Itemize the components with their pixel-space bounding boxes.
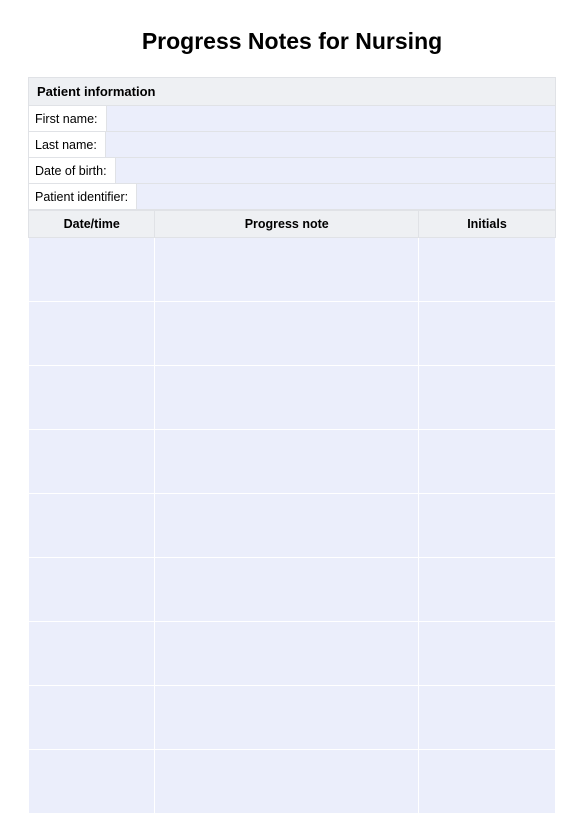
cell-datetime[interactable] — [29, 430, 155, 494]
cell-note[interactable] — [155, 686, 419, 750]
first-name-label: First name: — [29, 106, 107, 131]
cell-datetime[interactable] — [29, 686, 155, 750]
first-name-row: First name: — [28, 106, 556, 132]
cell-datetime[interactable] — [29, 302, 155, 366]
last-name-label: Last name: — [29, 132, 106, 157]
cell-note[interactable] — [155, 238, 419, 302]
cell-datetime[interactable] — [29, 238, 155, 302]
cell-note[interactable] — [155, 302, 419, 366]
page-title: Progress Notes for Nursing — [28, 28, 556, 55]
table-row — [29, 622, 556, 686]
first-name-value[interactable] — [107, 106, 555, 131]
cell-note[interactable] — [155, 430, 419, 494]
cell-note[interactable] — [155, 622, 419, 686]
last-name-value[interactable] — [106, 132, 555, 157]
cell-initials[interactable] — [418, 366, 555, 430]
cell-note[interactable] — [155, 750, 419, 814]
table-row — [29, 430, 556, 494]
table-row — [29, 302, 556, 366]
dob-row: Date of birth: — [28, 158, 556, 184]
cell-note[interactable] — [155, 494, 419, 558]
notes-tbody — [29, 238, 556, 814]
cell-datetime[interactable] — [29, 558, 155, 622]
identifier-row: Patient identifier: — [28, 184, 556, 210]
cell-datetime[interactable] — [29, 750, 155, 814]
cell-initials[interactable] — [418, 622, 555, 686]
table-row — [29, 558, 556, 622]
cell-note[interactable] — [155, 558, 419, 622]
identifier-value[interactable] — [137, 184, 555, 209]
cell-initials[interactable] — [418, 238, 555, 302]
table-row — [29, 750, 556, 814]
table-row — [29, 238, 556, 302]
cell-note[interactable] — [155, 366, 419, 430]
cell-initials[interactable] — [418, 302, 555, 366]
header-datetime: Date/time — [29, 211, 155, 238]
table-row — [29, 494, 556, 558]
header-note: Progress note — [155, 211, 419, 238]
dob-label: Date of birth: — [29, 158, 116, 183]
cell-datetime[interactable] — [29, 366, 155, 430]
cell-datetime[interactable] — [29, 494, 155, 558]
cell-initials[interactable] — [418, 686, 555, 750]
table-row — [29, 366, 556, 430]
identifier-label: Patient identifier: — [29, 184, 137, 209]
cell-datetime[interactable] — [29, 622, 155, 686]
cell-initials[interactable] — [418, 494, 555, 558]
last-name-row: Last name: — [28, 132, 556, 158]
cell-initials[interactable] — [418, 430, 555, 494]
dob-value[interactable] — [116, 158, 555, 183]
patient-info-header: Patient information — [28, 77, 556, 106]
cell-initials[interactable] — [418, 750, 555, 814]
cell-initials[interactable] — [418, 558, 555, 622]
table-row — [29, 686, 556, 750]
progress-notes-table: Date/time Progress note Initials — [28, 210, 556, 814]
header-initials: Initials — [418, 211, 555, 238]
